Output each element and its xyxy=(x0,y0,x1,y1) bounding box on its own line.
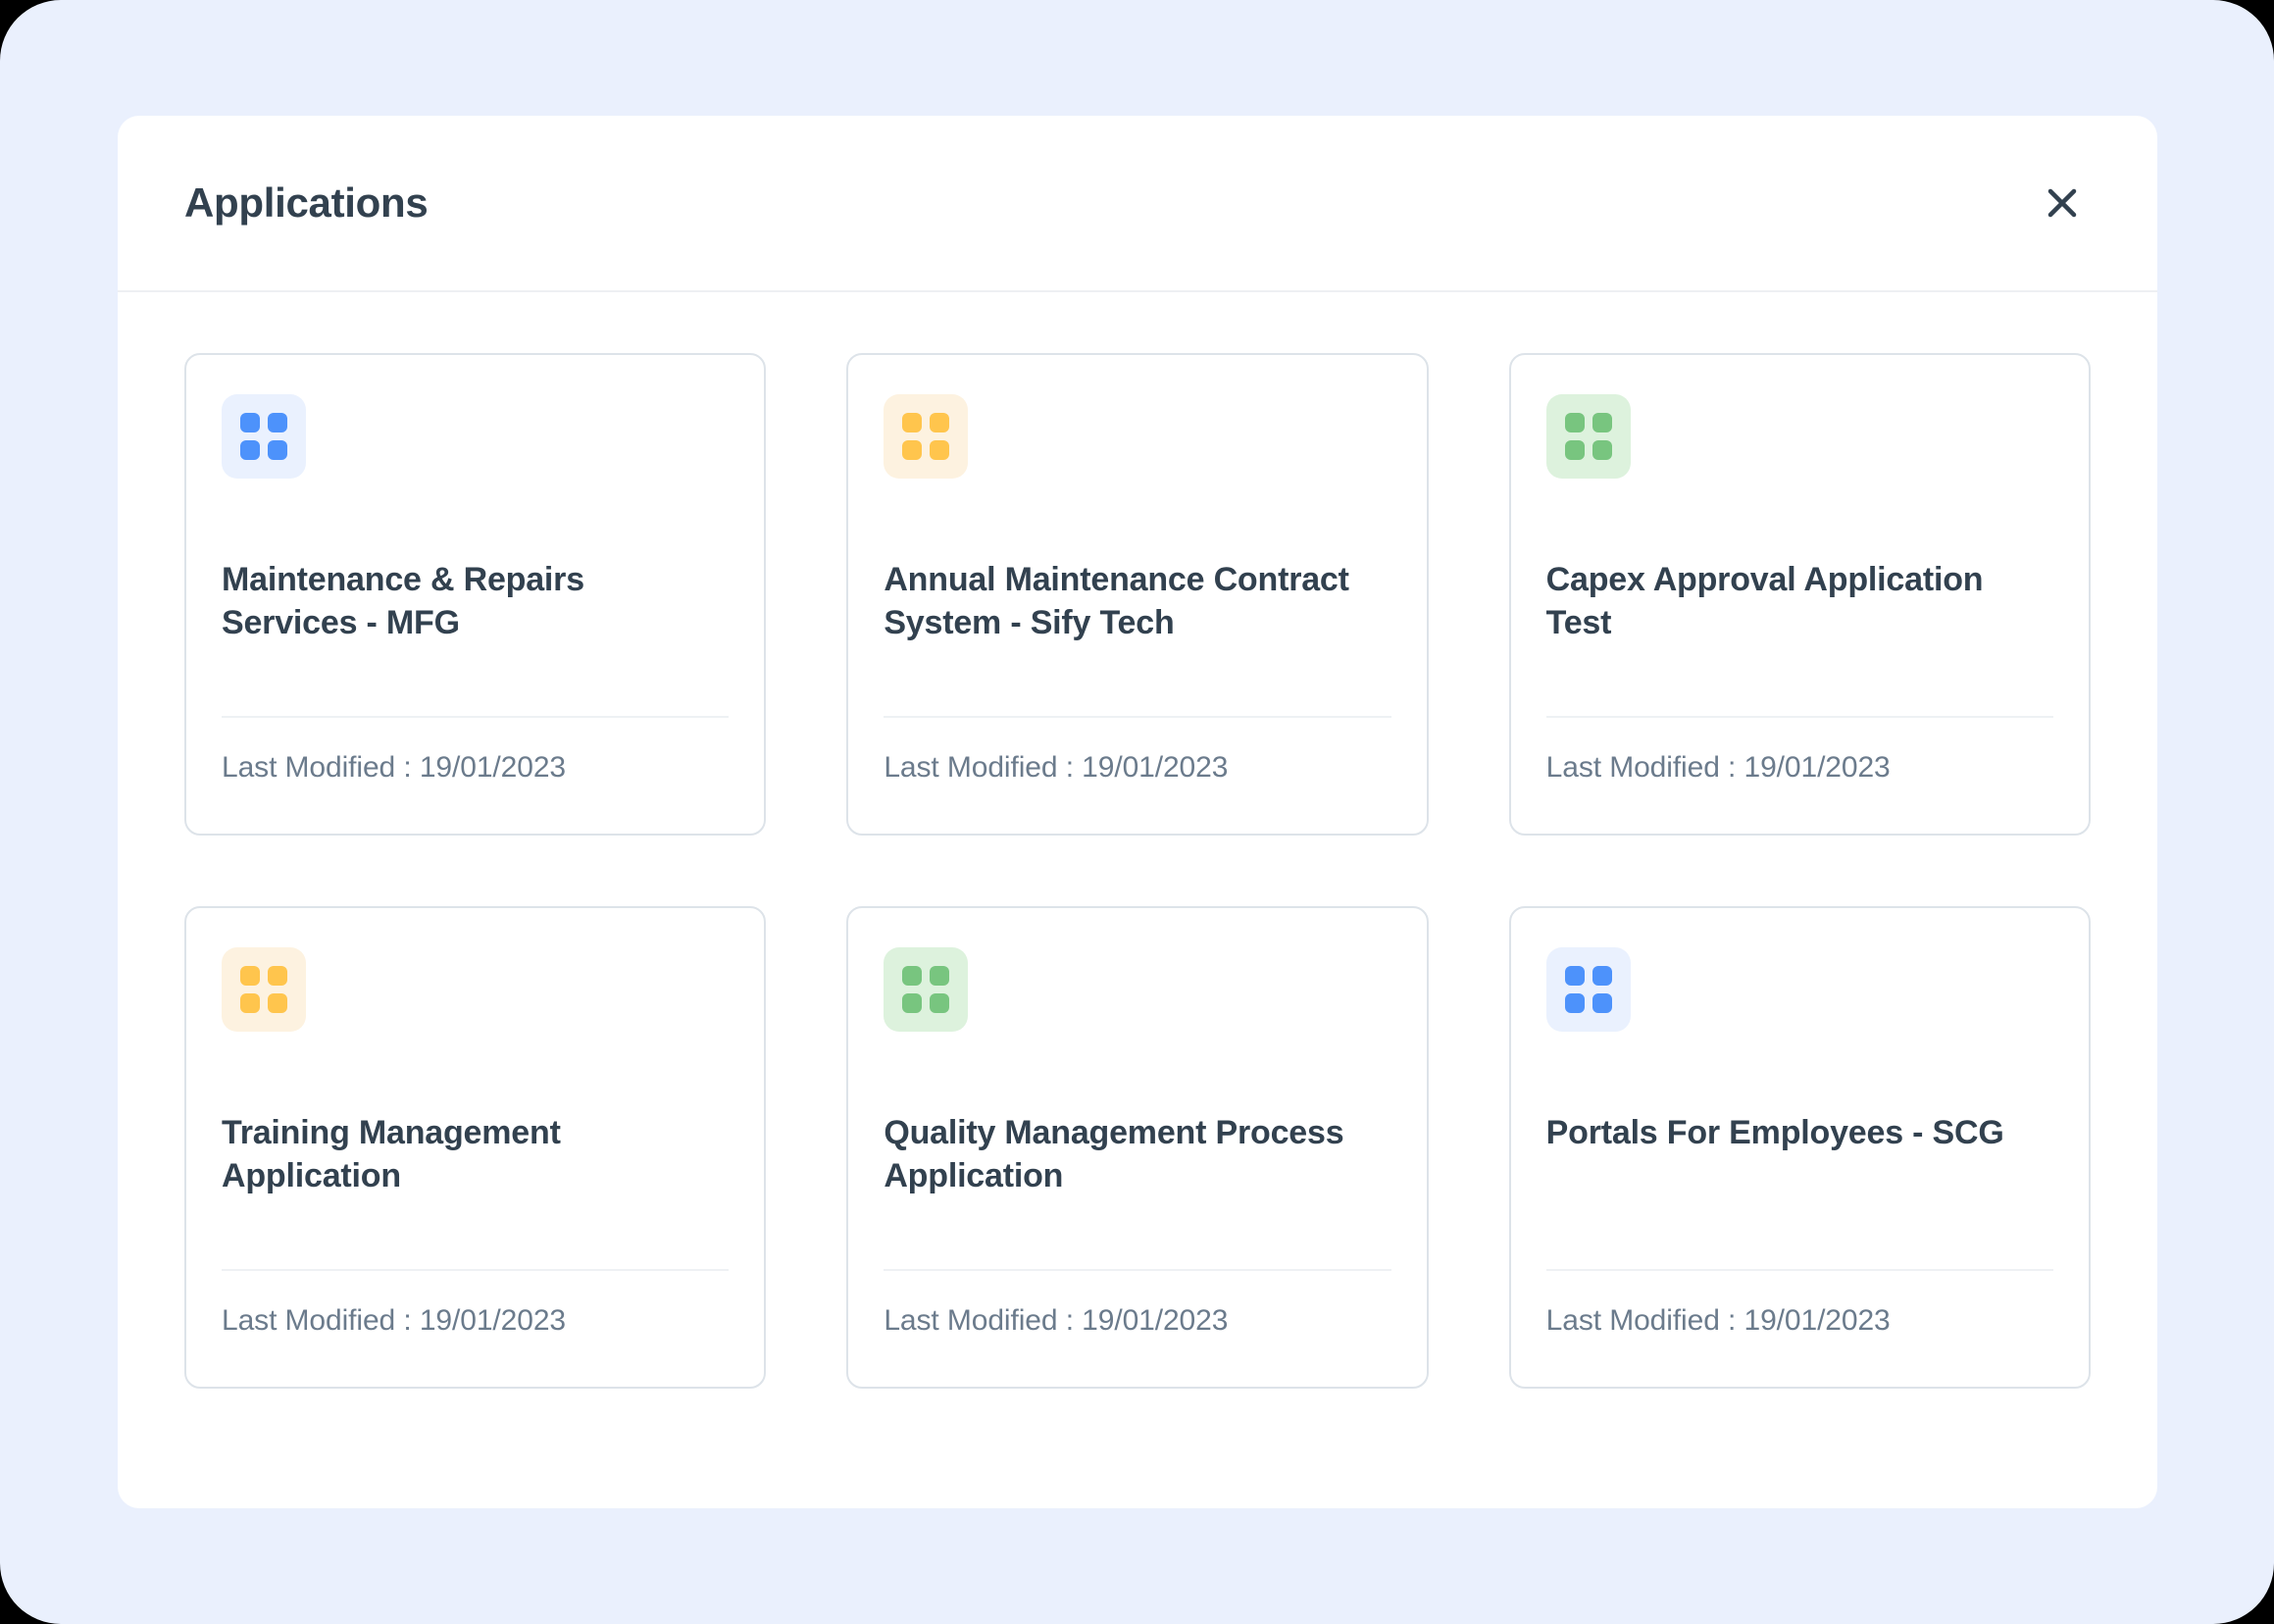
page-title: Applications xyxy=(184,179,428,227)
application-last-modified: Last Modified : 19/01/2023 xyxy=(884,751,1390,785)
application-last-modified: Last Modified : 19/01/2023 xyxy=(884,1304,1390,1338)
grid-apps-icon xyxy=(1546,394,1631,479)
application-title: Maintenance & Repairs Services - MFG xyxy=(222,559,729,644)
applications-modal: Applications Maintenance & Repairs Servi… xyxy=(118,116,2157,1508)
card-divider xyxy=(884,716,1390,718)
grid-apps-icon xyxy=(884,394,968,479)
close-icon xyxy=(2043,183,2082,223)
card-divider xyxy=(222,1269,729,1271)
application-card[interactable]: Portals For Employees - SCG Last Modifie… xyxy=(1509,906,2091,1389)
card-divider xyxy=(1546,1269,2053,1271)
application-last-modified: Last Modified : 19/01/2023 xyxy=(1546,751,2053,785)
application-title: Training Management Application xyxy=(222,1112,729,1197)
card-divider xyxy=(1546,716,2053,718)
application-card[interactable]: Quality Management Process Application L… xyxy=(846,906,1428,1389)
application-card[interactable]: Maintenance & Repairs Services - MFG Las… xyxy=(184,353,766,836)
application-card[interactable]: Annual Maintenance Contract System - Sif… xyxy=(846,353,1428,836)
grid-apps-icon xyxy=(1546,947,1631,1032)
grid-apps-icon xyxy=(884,947,968,1032)
close-button[interactable] xyxy=(2028,169,2097,237)
application-title: Annual Maintenance Contract System - Sif… xyxy=(884,559,1390,644)
application-title: Capex Approval Application Test xyxy=(1546,559,2053,644)
card-divider xyxy=(222,716,729,718)
card-divider xyxy=(884,1269,1390,1271)
application-card[interactable]: Training Management Application Last Mod… xyxy=(184,906,766,1389)
page-root: Applications Maintenance & Repairs Servi… xyxy=(0,0,2274,1624)
grid-apps-icon xyxy=(222,947,306,1032)
application-last-modified: Last Modified : 19/01/2023 xyxy=(222,1304,729,1338)
grid-apps-icon xyxy=(222,394,306,479)
modal-header: Applications xyxy=(118,116,2157,292)
application-title: Portals For Employees - SCG xyxy=(1546,1112,2053,1155)
application-title: Quality Management Process Application xyxy=(884,1112,1390,1197)
application-card[interactable]: Capex Approval Application Test Last Mod… xyxy=(1509,353,2091,836)
application-last-modified: Last Modified : 19/01/2023 xyxy=(222,751,729,785)
modal-body: Maintenance & Repairs Services - MFG Las… xyxy=(118,292,2157,1508)
application-last-modified: Last Modified : 19/01/2023 xyxy=(1546,1304,2053,1338)
applications-grid: Maintenance & Repairs Services - MFG Las… xyxy=(184,353,2091,1389)
